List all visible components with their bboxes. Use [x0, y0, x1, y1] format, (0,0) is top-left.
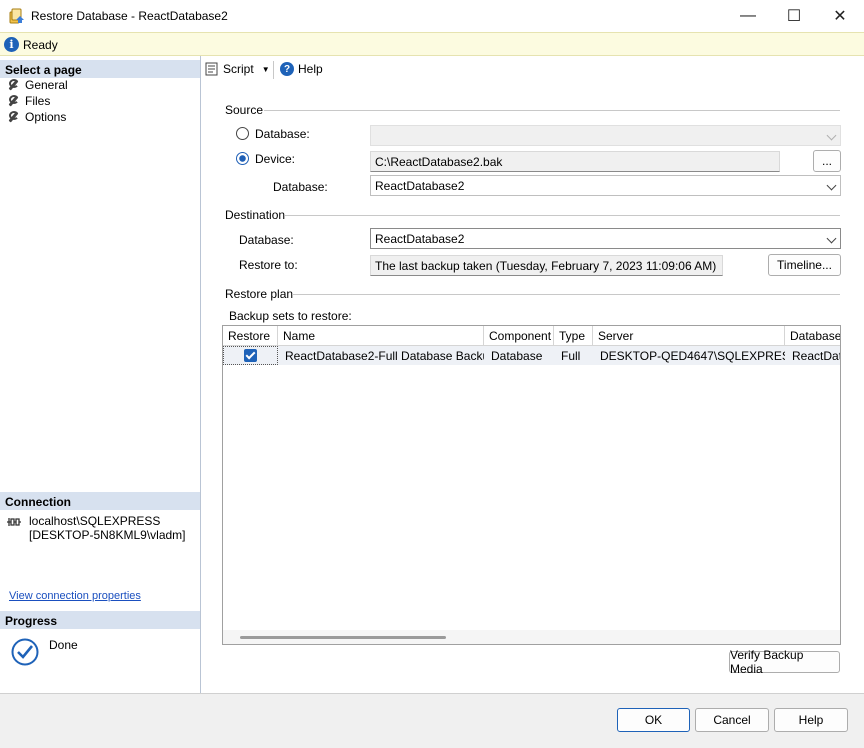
chevron-down-icon — [826, 180, 837, 191]
source-section-label: Source — [225, 103, 264, 117]
destination-divider — [285, 215, 840, 216]
info-icon: i — [4, 37, 19, 52]
column-header-restore[interactable]: Restore — [223, 326, 278, 346]
scrollbar-thumb[interactable] — [240, 636, 446, 639]
browse-device-button[interactable]: ... — [813, 150, 841, 172]
progress-status: Done — [49, 638, 78, 652]
maximize-button[interactable]: ☐ — [771, 0, 817, 32]
device-path-field[interactable]: C:\ReactDatabase2.bak — [370, 151, 780, 172]
row-name: ReactDatabase2-Full Database Backup — [278, 346, 484, 365]
left-pane: Select a page General Files Options Conn… — [0, 56, 201, 693]
restore-plan-section-label: Restore plan — [225, 287, 294, 301]
column-header-component[interactable]: Component — [484, 326, 554, 346]
source-device-radio[interactable] — [236, 152, 249, 165]
script-icon — [205, 62, 218, 76]
status-text: Ready — [23, 38, 58, 52]
restore-database-icon — [9, 8, 24, 24]
device-database-combo[interactable]: ReactDatabase2 — [370, 175, 841, 196]
restore-plan-divider — [292, 294, 840, 295]
toolbar: Script ▼ ? Help — [202, 56, 864, 84]
destination-database-combo[interactable]: ReactDatabase2 — [370, 228, 841, 249]
help-icon: ? — [280, 62, 294, 76]
window-title: Restore Database - ReactDatabase2 — [31, 9, 228, 23]
column-header-server[interactable]: Server — [593, 326, 785, 346]
destination-database-label: Database: — [239, 233, 294, 247]
wrench-icon — [8, 79, 20, 91]
close-button[interactable]: ✕ — [817, 0, 863, 32]
chevron-down-icon: ▼ — [261, 64, 270, 74]
page-general-label: General — [25, 78, 68, 92]
device-database-label: Database: — [273, 180, 328, 194]
ok-button[interactable]: OK — [617, 708, 690, 732]
title-bar: Restore Database - ReactDatabase2 — ☐ ✕ — [0, 0, 864, 32]
connection-header: Connection — [0, 492, 200, 510]
dialog-button-bar: OK Cancel Help — [0, 693, 864, 748]
page-general[interactable]: General — [8, 77, 68, 93]
column-header-name[interactable]: Name — [278, 326, 484, 346]
minimize-button[interactable]: — — [725, 0, 771, 32]
done-check-icon — [11, 638, 39, 666]
row-server: DESKTOP-QED4647\SQLEXPRESS — [593, 346, 785, 365]
source-device-label: Device: — [255, 152, 296, 166]
wrench-icon — [8, 111, 20, 123]
column-header-type[interactable]: Type — [554, 326, 593, 346]
restore-checkbox[interactable] — [244, 349, 257, 362]
view-connection-properties-link[interactable]: View connection properties — [9, 590, 141, 602]
row-type: Full — [554, 346, 593, 365]
page-options-label: Options — [25, 110, 67, 124]
source-database-combo[interactable] — [370, 125, 841, 146]
restore-checkbox-cell[interactable] — [223, 346, 278, 365]
chevron-down-icon — [826, 130, 837, 141]
backup-sets-label: Backup sets to restore: — [229, 309, 352, 323]
connection-server: localhost\SQLEXPRESS — [29, 514, 161, 528]
source-database-label: Database: — [255, 127, 310, 141]
page-files-label: Files — [25, 94, 51, 108]
column-header-database[interactable]: Database — [785, 326, 840, 346]
restore-to-label: Restore to: — [239, 258, 298, 272]
verify-backup-media-button[interactable]: Verify Backup Media — [729, 648, 840, 676]
row-database: ReactDatabase2 — [785, 346, 840, 365]
row-component: Database — [484, 346, 554, 365]
timeline-button[interactable]: Timeline... — [768, 254, 841, 276]
chevron-down-icon — [826, 233, 837, 244]
source-database-radio[interactable] — [236, 127, 249, 140]
help-button[interactable]: Help — [774, 708, 848, 732]
connection-user: [DESKTOP-5N8KML9\vladm] — [29, 528, 186, 542]
source-divider — [264, 110, 840, 111]
horizontal-scrollbar[interactable] — [223, 630, 840, 644]
progress-header: Progress — [0, 611, 200, 629]
restore-to-field: The last backup taken (Tuesday, February… — [370, 255, 723, 276]
cancel-button[interactable]: Cancel — [695, 708, 769, 732]
connection-plug-icon — [7, 518, 21, 526]
help-toolbar-button[interactable]: ? Help — [280, 62, 323, 76]
script-label: Script — [223, 62, 254, 76]
toolbar-separator — [273, 61, 274, 79]
status-bar: i Ready — [0, 32, 864, 56]
destination-section-label: Destination — [225, 208, 286, 222]
help-label: Help — [298, 62, 323, 76]
script-button[interactable]: Script ▼ — [205, 62, 270, 76]
wrench-icon — [8, 95, 20, 107]
backup-sets-grid[interactable]: Restore Name Component Type Server Datab… — [222, 325, 841, 645]
page-options[interactable]: Options — [8, 109, 66, 125]
page-files[interactable]: Files — [8, 93, 50, 109]
select-page-header: Select a page — [0, 60, 200, 78]
